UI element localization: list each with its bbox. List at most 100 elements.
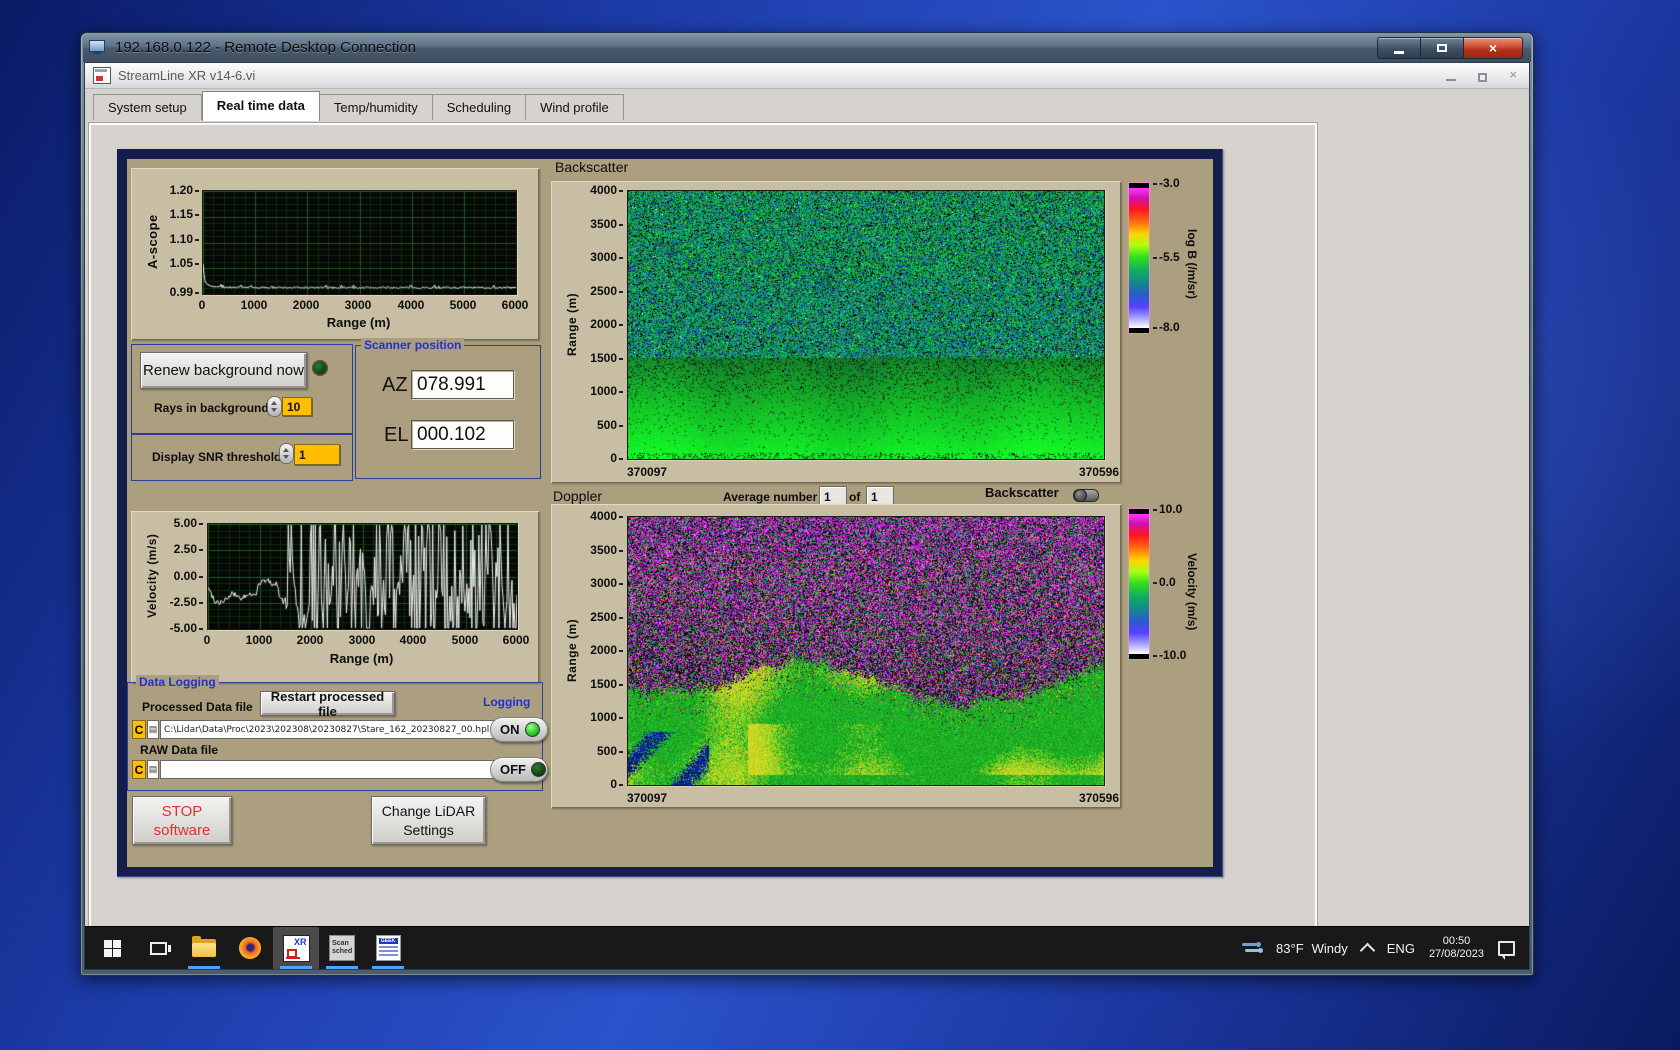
scan-scheduler-button[interactable]: Scan sched bbox=[319, 927, 365, 969]
velocity-xtick: 3000 bbox=[348, 633, 376, 647]
change-lidar-settings-button[interactable]: Change LiDAR Settings bbox=[371, 796, 486, 845]
backscatter-ytick: 3500 bbox=[587, 217, 623, 231]
firefox-icon bbox=[239, 937, 261, 959]
processed-logging-on-button[interactable]: ON bbox=[490, 717, 548, 742]
taskbar-clock[interactable]: 00:50 27/08/2023 bbox=[1429, 935, 1484, 961]
firefox-button[interactable] bbox=[227, 927, 273, 969]
rdp-window-title: 192.168.0.122 - Remote Desktop Connectio… bbox=[115, 39, 417, 56]
doppler-title: Doppler bbox=[553, 488, 603, 504]
backscatter-ytick: 0 bbox=[587, 451, 623, 465]
ascope-ylabel: A-scope bbox=[145, 214, 160, 269]
backscatter-toggle-switch[interactable] bbox=[1073, 489, 1099, 502]
velocity-xtick: 2000 bbox=[296, 633, 324, 647]
system-tray: 83°F Windy ENG 00:50 27/08/2023 bbox=[1242, 935, 1529, 961]
vi-window-controls: × bbox=[1446, 68, 1517, 82]
minimize-icon bbox=[1394, 50, 1404, 54]
task-view-button[interactable] bbox=[135, 927, 181, 969]
processed-path-field[interactable]: C:\Lidar\Data\Proc\2023\202308\20230827\… bbox=[160, 720, 495, 739]
labview-vi-icon bbox=[93, 67, 111, 84]
el-value: 000.102 bbox=[411, 420, 514, 449]
az-label: AZ bbox=[382, 374, 408, 396]
backscatter-ytick: 1000 bbox=[587, 384, 623, 398]
remote-session-area: StreamLine XR v14-6.vi × System setup Re… bbox=[84, 62, 1530, 970]
data-logging-title: Data Logging bbox=[136, 675, 219, 689]
scanner-position-box: Scanner position AZ 078.991 EL 000.102 bbox=[355, 338, 541, 479]
backscatter-colorbar bbox=[1128, 182, 1150, 334]
restart-processed-file-button[interactable]: Restart processed file bbox=[260, 689, 395, 719]
processed-data-file-label: Processed Data file bbox=[142, 700, 253, 714]
raw-path-field[interactable] bbox=[160, 760, 495, 779]
off-label: OFF bbox=[500, 762, 526, 777]
raw-drive-box[interactable]: C bbox=[132, 760, 146, 779]
task-view-icon bbox=[149, 941, 171, 955]
close-button[interactable]: × bbox=[1463, 37, 1523, 59]
on-led-icon bbox=[524, 722, 540, 737]
change-line1: Change LiDAR bbox=[381, 802, 476, 819]
folder-icon bbox=[192, 936, 216, 957]
backscatter-plot-area bbox=[627, 190, 1105, 460]
background-controls-box: Renew background now Rays in background … bbox=[131, 344, 353, 435]
tab-wind-profile[interactable]: Wind profile bbox=[526, 94, 624, 120]
geek-stripes bbox=[378, 946, 398, 958]
processed-drive-box[interactable]: C bbox=[132, 720, 146, 739]
geek-app-button[interactable]: GEEK bbox=[365, 927, 411, 969]
taskbar-time: 00:50 bbox=[1442, 935, 1471, 947]
velocity-graph: Velocity (m/s) 5.00 2.50 0.00 -2.50 -5.0… bbox=[131, 511, 539, 683]
weather-wind-icon[interactable] bbox=[1242, 941, 1264, 955]
raw-browse-icon[interactable]: ▤ bbox=[147, 760, 159, 779]
rays-in-background-value[interactable]: 10 bbox=[282, 397, 312, 416]
real-time-data-page: A-scope 1.20 1.15 1.10 1.05 0.99 0 1000 … bbox=[89, 123, 1317, 943]
taskbar-date: 27/08/2023 bbox=[1428, 948, 1484, 960]
ascope-ytick: 0.99 bbox=[165, 285, 199, 299]
maximize-button[interactable] bbox=[1420, 37, 1463, 59]
tray-chevron-up-icon[interactable] bbox=[1359, 942, 1376, 958]
rdp-titlebar[interactable]: 192.168.0.122 - Remote Desktop Connectio… bbox=[83, 33, 1531, 62]
change-line2: Settings bbox=[403, 821, 454, 838]
streamline-xr-button[interactable]: XR bbox=[273, 927, 319, 969]
snr-threshold-value[interactable]: 1 bbox=[294, 444, 340, 465]
ascope-xtick: 5000 bbox=[449, 298, 477, 312]
start-button[interactable] bbox=[89, 927, 135, 969]
tab-real-time-data[interactable]: Real time data bbox=[201, 91, 320, 121]
backscatter-ylabel: Range (m) bbox=[565, 292, 579, 356]
taskbar-weather[interactable]: Windy bbox=[1312, 941, 1348, 956]
doppler-ytick: 1500 bbox=[587, 677, 623, 691]
language-indicator[interactable]: ENG bbox=[1387, 941, 1415, 956]
rays-in-background-stepper[interactable] bbox=[267, 396, 282, 417]
of-label: of bbox=[849, 490, 861, 504]
minimize-button[interactable] bbox=[1377, 37, 1420, 59]
rdp-window: 192.168.0.122 - Remote Desktop Connectio… bbox=[80, 32, 1534, 976]
data-logging-box: Data Logging Processed Data file Restart… bbox=[127, 675, 548, 791]
doppler-ylabel: Range (m) bbox=[565, 618, 579, 682]
notification-center-icon[interactable] bbox=[1498, 940, 1515, 960]
vi-restore-button[interactable] bbox=[1478, 72, 1488, 82]
processed-browse-icon[interactable]: ▤ bbox=[147, 720, 159, 739]
tab-scheduling[interactable]: Scheduling bbox=[432, 94, 527, 120]
tab-system-setup[interactable]: System setup bbox=[93, 94, 202, 120]
ascope-plot-area bbox=[202, 190, 517, 295]
velocity-xtick: 1000 bbox=[245, 633, 273, 647]
snr-threshold-stepper[interactable] bbox=[279, 443, 294, 464]
taskbar-temperature[interactable]: 83°F bbox=[1276, 941, 1304, 956]
scansched-line1: Scan bbox=[332, 940, 349, 947]
velocity-ytick: 0.00 bbox=[163, 569, 203, 583]
backscatter-ytick: 2500 bbox=[587, 284, 623, 298]
backscatter-toggle-label: Backscatter bbox=[985, 485, 1059, 500]
vi-close-button[interactable]: × bbox=[1509, 68, 1517, 82]
backscatter-graph: Range (m) 4000 3500 3000 2500 2000 1500 … bbox=[551, 181, 1121, 483]
doppler-cb-max: 10.0 bbox=[1153, 502, 1182, 516]
backscatter-cb-mid: -5.5 bbox=[1153, 250, 1180, 264]
doppler-cb-min: -10.0 bbox=[1153, 648, 1186, 662]
raw-logging-off-button[interactable]: OFF bbox=[490, 757, 548, 782]
vi-minimize-button[interactable] bbox=[1446, 79, 1457, 81]
stop-line1: STOP bbox=[161, 802, 203, 820]
velocity-xtick: 6000 bbox=[502, 633, 530, 647]
scanner-position-title: Scanner position bbox=[361, 338, 465, 352]
backscatter-ytick: 1500 bbox=[587, 351, 623, 365]
vi-window-title: StreamLine XR v14-6.vi bbox=[118, 68, 256, 83]
file-explorer-button[interactable] bbox=[181, 927, 227, 969]
tab-temp-humidity[interactable]: Temp/humidity bbox=[319, 94, 433, 120]
renew-background-button[interactable]: Renew background now bbox=[140, 352, 307, 389]
stop-software-button[interactable]: STOP software bbox=[132, 796, 232, 845]
vi-titlebar[interactable]: StreamLine XR v14-6.vi × bbox=[85, 63, 1529, 89]
